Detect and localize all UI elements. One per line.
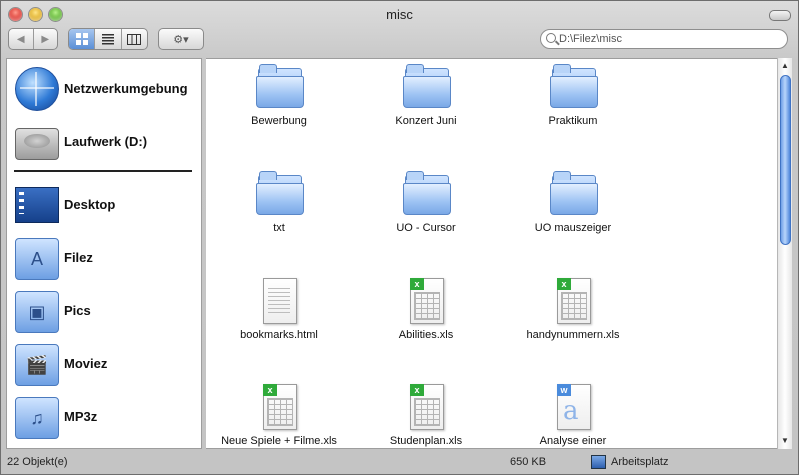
column-view-icon <box>127 33 142 45</box>
file-name: UO mauszeiger <box>534 222 612 234</box>
file-item[interactable]: Praktikum <box>503 62 643 127</box>
back-button[interactable]: ◀ <box>9 34 33 45</box>
finder-window: misc ◀ ▶ ⚙▾ D:\Filez\misc Netzwerkumgebu… <box>0 0 799 475</box>
sidebar-item-drive-d[interactable]: Laufwerk (D:) <box>13 117 198 165</box>
sidebar-item-mp3z[interactable]: ♫ MP3z <box>13 392 198 440</box>
spreadsheet-icon: x <box>402 382 450 430</box>
file-name: txt <box>273 222 285 234</box>
scroll-down-arrow-icon[interactable]: ▼ <box>778 435 792 447</box>
scroll-thumb[interactable] <box>780 75 791 245</box>
sidebar-item-label: Moviez <box>64 355 108 371</box>
file-item[interactable]: x Abilities.xls <box>356 276 496 341</box>
file-name: Analyse einer <box>539 435 607 447</box>
back-forward-group: ◀ ▶ <box>8 28 58 50</box>
item-count: 22 Objekt(e) <box>7 456 68 468</box>
column-view-button[interactable] <box>122 29 147 49</box>
total-size: 650 KB <box>510 456 547 468</box>
search-field[interactable]: D:\Filez\misc <box>540 29 788 49</box>
spreadsheet-icon: x <box>549 276 597 324</box>
sidebar-item-label: Laufwerk (D:) <box>64 133 148 149</box>
file-name: Praktikum <box>548 115 598 127</box>
desktop-icon <box>13 181 59 227</box>
sidebar-divider <box>14 170 192 172</box>
computer-icon <box>591 455 606 469</box>
list-view-button[interactable] <box>95 29 122 49</box>
file-browser: Bewerbung Konzert Juni Praktikum txt UO … <box>206 58 780 449</box>
folder-icon <box>255 169 304 217</box>
file-item[interactable]: Konzert Juni <box>356 62 496 127</box>
file-name: bookmarks.html <box>240 329 318 341</box>
scroll-up-arrow-icon[interactable]: ▲ <box>778 60 792 72</box>
toolbar-toggle-button[interactable] <box>769 10 791 21</box>
folder-icon <box>402 62 451 110</box>
sidebar-item-label: Filez <box>64 249 93 265</box>
sidebar-item-pics[interactable]: ▣ Pics <box>13 286 198 334</box>
file-item[interactable]: UO mauszeiger <box>503 169 643 234</box>
list-view-icon <box>101 33 114 44</box>
sidebar-item-label: Netzwerkumgebung <box>64 80 188 96</box>
file-item[interactable]: wa Analyse einer <box>503 382 643 447</box>
file-name: Neue Spiele + Filme.xls <box>221 435 337 447</box>
sidebar-item-desktop[interactable]: Desktop <box>13 180 198 228</box>
html-document-icon <box>255 276 303 324</box>
hard-drive-icon <box>13 118 59 164</box>
icon-view-icon <box>75 33 88 45</box>
status-bar: 22 Objekt(e) 650 KB Arbeitsplatz <box>1 453 798 474</box>
file-item[interactable]: x handynummern.xls <box>503 276 643 341</box>
network-globe-icon <box>13 65 59 111</box>
spreadsheet-icon: x <box>255 382 303 430</box>
location-indicator: Arbeitsplatz <box>591 455 668 469</box>
music-folder-icon: ♫ <box>13 393 59 439</box>
search-icon <box>546 33 556 43</box>
applications-folder-icon: A <box>13 234 59 280</box>
window-title: misc <box>386 7 413 22</box>
file-item[interactable]: x Studenplan.xls <box>356 382 496 447</box>
file-name: Studenplan.xls <box>389 435 463 447</box>
search-input[interactable]: D:\Filez\misc <box>559 33 622 45</box>
sidebar-item-label: MP3z <box>64 408 98 424</box>
sidebar: Netzwerkumgebung Laufwerk (D:) Desktop A… <box>6 58 202 449</box>
file-name: Konzert Juni <box>395 115 457 127</box>
file-item[interactable]: bookmarks.html <box>209 276 349 341</box>
file-name: Abilities.xls <box>398 329 454 341</box>
gear-icon: ⚙▾ <box>173 33 189 46</box>
forward-button[interactable]: ▶ <box>34 34 58 45</box>
sidebar-item-network[interactable]: Netzwerkumgebung <box>13 64 198 112</box>
pictures-folder-icon: ▣ <box>13 287 59 333</box>
folder-icon <box>549 169 598 217</box>
text-document-icon: wa <box>549 382 597 430</box>
file-item[interactable]: x Neue Spiele + Filme.xls <box>209 382 349 447</box>
file-item[interactable]: UO - Cursor <box>356 169 496 234</box>
sidebar-item-moviez[interactable]: 🎬 Moviez <box>13 339 198 387</box>
movies-folder-icon: 🎬 <box>13 340 59 386</box>
file-item[interactable]: txt <box>209 169 349 234</box>
file-name: handynummern.xls <box>526 329 620 341</box>
title-bar[interactable]: misc <box>1 1 798 27</box>
location-label: Arbeitsplatz <box>611 456 669 468</box>
folder-icon <box>402 169 451 217</box>
file-name: Bewerbung <box>251 115 307 127</box>
icon-view-button[interactable] <box>69 29 96 49</box>
sidebar-item-label: Desktop <box>64 196 116 212</box>
action-menu-button[interactable]: ⚙▾ <box>158 28 204 50</box>
sidebar-item-filez[interactable]: A Filez <box>13 233 198 281</box>
sidebar-item-label: Pics <box>64 302 91 318</box>
folder-icon <box>255 62 304 110</box>
spreadsheet-icon: x <box>402 276 450 324</box>
file-item[interactable]: Bewerbung <box>209 62 349 127</box>
folder-icon <box>549 62 598 110</box>
view-switcher <box>68 28 148 50</box>
toolbar: ◀ ▶ ⚙▾ D:\Filez\misc <box>1 27 798 57</box>
file-name: UO - Cursor <box>396 222 456 234</box>
vertical-scrollbar[interactable]: ▲ ▼ <box>777 58 792 449</box>
